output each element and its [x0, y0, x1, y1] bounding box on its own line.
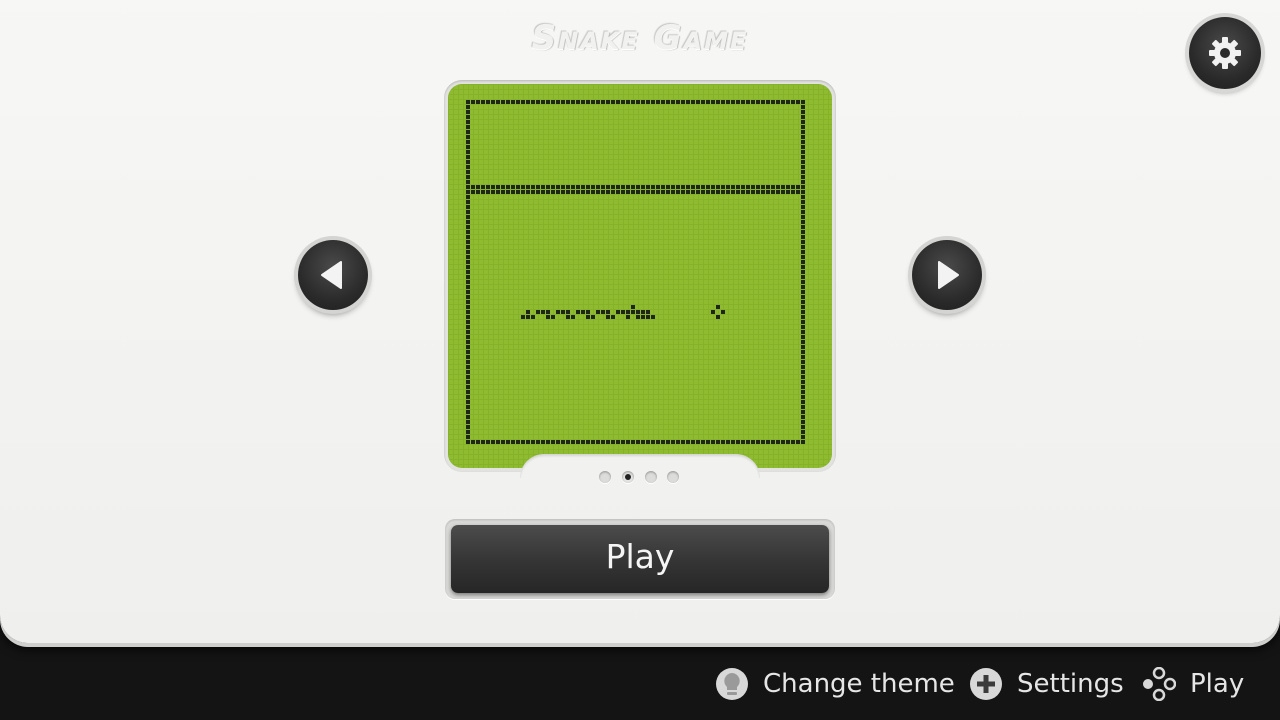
- footer-change-theme-label: Change theme: [763, 669, 955, 699]
- gear-icon: [1209, 37, 1241, 69]
- plus-button-icon: [969, 667, 1003, 701]
- footer-settings[interactable]: Settings: [969, 664, 1124, 704]
- arrow-left-icon: [321, 261, 342, 289]
- game-title: Snake Game: [531, 18, 749, 58]
- dpad-buttons-icon: [1142, 667, 1176, 701]
- footer-play-label: Play: [1190, 669, 1245, 699]
- page-dot[interactable]: [667, 471, 679, 483]
- arrow-right-icon: [938, 261, 959, 289]
- footer-play[interactable]: Play: [1142, 664, 1244, 704]
- page-dot[interactable]: [645, 471, 657, 483]
- play-button[interactable]: Play: [451, 525, 829, 593]
- page-indicator: [0, 471, 1280, 485]
- lcd-pixels: [466, 100, 805, 444]
- footer-change-theme[interactable]: Change theme: [715, 664, 955, 704]
- settings-button[interactable]: [1189, 17, 1261, 89]
- previous-button[interactable]: [298, 240, 368, 310]
- game-preview-screen: [448, 84, 832, 468]
- next-button[interactable]: [912, 240, 982, 310]
- footer-settings-label: Settings: [1017, 669, 1124, 699]
- page-dot[interactable]: [599, 471, 611, 483]
- page-dot-active[interactable]: [622, 471, 634, 483]
- bulb-button-icon: [715, 667, 749, 701]
- game-preview-canvas: [466, 100, 805, 444]
